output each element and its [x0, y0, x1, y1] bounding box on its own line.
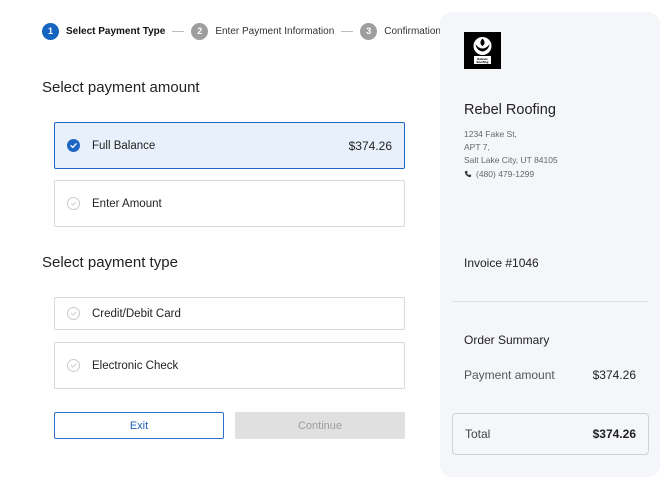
payment-amount-value: $374.26 — [592, 368, 636, 382]
step-label-3: Confirmation — [384, 25, 441, 37]
electronic-check-option[interactable]: Electronic Check — [54, 342, 405, 389]
credit-debit-card-label: Credit/Debit Card — [92, 307, 181, 320]
company-name: Rebel Roofing — [464, 102, 556, 118]
full-balance-option[interactable]: Full Balance $374.26 — [54, 122, 405, 169]
invoice-number: Invoice #1046 — [464, 256, 539, 270]
enter-amount-label: Enter Amount — [92, 197, 162, 210]
payment-amount-heading: Select payment amount — [42, 79, 200, 96]
total-box: Total $374.26 — [452, 413, 649, 455]
step-number-2: 2 — [191, 22, 209, 40]
step-separator — [341, 30, 354, 32]
check-circle-outline-icon — [67, 307, 80, 320]
full-balance-amount: $374.26 — [348, 138, 392, 153]
phone-number: (480) 479-1299 — [476, 169, 535, 179]
order-summary-title: Order Summary — [464, 333, 550, 347]
rebel-logo-icon: Rebels Roofing — [464, 32, 501, 69]
enter-amount-option[interactable]: Enter Amount — [54, 180, 405, 227]
full-balance-label: Full Balance — [92, 139, 156, 152]
payment-type-heading: Select payment type — [42, 254, 178, 271]
address-line-1: 1234 Fake St, — [464, 129, 517, 139]
credit-debit-card-option[interactable]: Credit/Debit Card — [54, 297, 405, 330]
step-number-3: 3 — [360, 22, 378, 40]
check-circle-outline-icon — [67, 359, 80, 372]
step-label-2: Enter Payment Information — [215, 25, 335, 37]
total-label: Total — [465, 427, 491, 441]
step-select-payment-type: 1 Select Payment Type — [42, 22, 166, 40]
check-circle-outline-icon — [67, 197, 80, 210]
phone-row: (480) 479-1299 — [464, 169, 534, 179]
check-circle-icon — [67, 139, 80, 152]
panel-divider — [452, 301, 648, 302]
address-line-3: Salt Lake City, UT 84105 — [464, 155, 558, 165]
step-label-1: Select Payment Type — [66, 25, 166, 37]
step-enter-payment-information: 2 Enter Payment Information — [191, 22, 335, 40]
electronic-check-label: Electronic Check — [92, 359, 179, 372]
payment-amount-label: Payment amount — [464, 368, 555, 382]
address-line-2: APT 7, — [464, 142, 490, 152]
step-confirmation: 3 Confirmation — [360, 22, 441, 40]
step-number-1: 1 — [42, 22, 59, 40]
step-separator — [172, 30, 185, 32]
exit-button[interactable]: Exit — [54, 412, 224, 439]
phone-icon — [464, 170, 472, 178]
continue-button[interactable]: Continue — [235, 412, 405, 439]
total-value: $374.26 — [592, 427, 636, 441]
svg-text:Roofing: Roofing — [476, 60, 488, 64]
merchant-summary-panel: Rebels Roofing Rebel Roofing 1234 Fake S… — [440, 12, 660, 477]
progress-stepper: 1 Select Payment Type 2 Enter Payment In… — [42, 22, 441, 40]
